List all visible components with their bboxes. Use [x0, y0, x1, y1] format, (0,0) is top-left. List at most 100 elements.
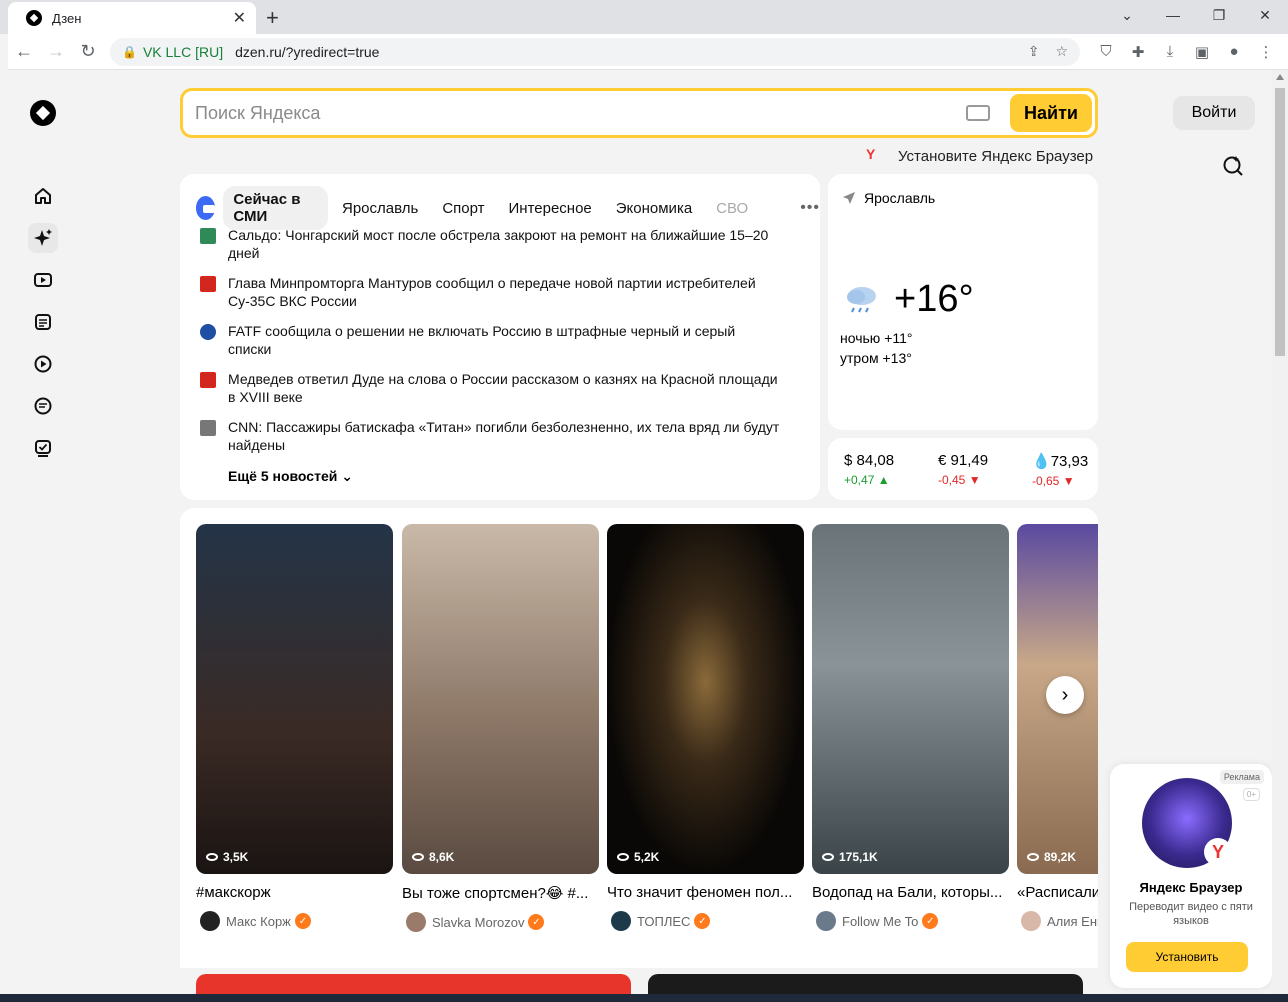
more-news-button[interactable]: Ещё 5 новостей ⌄ — [228, 468, 353, 485]
address-bar[interactable]: 🔒 VK LLC [RU] dzen.ru/?yredirect=true ⇪ … — [110, 37, 1080, 66]
tab-search-icon[interactable]: ⌄ — [1104, 0, 1150, 30]
shorts-icon[interactable] — [28, 349, 58, 379]
new-tab-button[interactable]: + — [266, 5, 279, 31]
feed-thumbnail[interactable]: 3,5K — [196, 524, 393, 874]
feed-thumbnail[interactable]: 8,6K — [402, 524, 599, 874]
scrollbar-thumb[interactable] — [1275, 88, 1285, 356]
avatar — [1021, 911, 1041, 931]
tab-yaroslavl[interactable]: Ярославль — [332, 195, 428, 222]
weather-widget[interactable]: Ярославль +16° ночью +11° утром +13° — [828, 174, 1098, 430]
ad-title[interactable]: Яндекс Браузер — [1110, 880, 1272, 895]
sparkle-icon[interactable] — [28, 223, 58, 253]
refresh-feed-icon[interactable] — [1222, 154, 1244, 181]
feed-title[interactable]: Что значит феномен пол... — [607, 884, 804, 901]
articles-icon[interactable] — [28, 307, 58, 337]
video-icon[interactable] — [28, 265, 58, 295]
dzen-favicon-icon — [26, 10, 42, 26]
feed-title[interactable]: Вы тоже спортсмен?😂 #... — [402, 884, 599, 902]
restore-button[interactable]: ❐ — [1196, 0, 1242, 30]
weather-location[interactable]: Ярославль — [842, 190, 935, 206]
browser-tab[interactable]: Дзен ✕ — [8, 2, 256, 34]
download-icon[interactable]: ⤓ — [1154, 43, 1186, 61]
feed-title[interactable]: Водопад на Бали, которы... — [812, 884, 1009, 901]
subscriptions-icon[interactable] — [28, 391, 58, 421]
os-taskbar — [0, 994, 1288, 1002]
feed-author[interactable]: Follow Me To ✓ — [812, 911, 1009, 931]
certificate-label[interactable]: VK LLC [RU] — [143, 44, 223, 60]
page-scrollbar[interactable] — [1272, 70, 1288, 1002]
tab-economy[interactable]: Экономика — [606, 195, 702, 222]
news-headline[interactable]: CNN: Пассажиры батискафа «Титан» погибли… — [228, 418, 780, 454]
tasks-icon[interactable] — [28, 433, 58, 463]
home-icon[interactable] — [28, 181, 58, 211]
eye-icon — [206, 853, 218, 861]
feed-thumbnail[interactable]: 5,2K — [607, 524, 804, 874]
news-item[interactable]: Глава Минпромторга Мантуров сообщил о пе… — [200, 274, 780, 310]
search-input[interactable] — [183, 93, 966, 133]
feed-title[interactable]: «Расписали — [1017, 884, 1098, 901]
extensions-puzzle-icon[interactable]: ✚ — [1122, 43, 1154, 61]
reload-button[interactable]: ↻ — [72, 41, 104, 62]
feed-card[interactable]: 89,2K «Расписали Алия Ени — [1017, 524, 1098, 931]
news-tabs: Сейчас в СМИ Ярославль Спорт Интересное … — [196, 186, 820, 230]
feed-author[interactable]: Макс Корж ✓ — [196, 911, 393, 931]
tab-interesting[interactable]: Интересное — [499, 195, 602, 222]
feed-author[interactable]: ТОПЛЕС ✓ — [607, 911, 804, 931]
weather-night: ночью +11° — [840, 330, 913, 346]
bookmark-star-icon[interactable]: ☆ — [1055, 43, 1068, 60]
video-feed: 3,5K #макскорж Макс Корж ✓ 8,6K Вы тоже с… — [180, 508, 1098, 968]
news-item[interactable]: Медведев ответил Дуде на слова о России … — [200, 370, 780, 406]
feed-author[interactable]: Алия Ени — [1017, 911, 1098, 931]
close-window-button[interactable]: ✕ — [1242, 0, 1288, 30]
login-button[interactable]: Войти — [1173, 96, 1255, 130]
tab-svo[interactable]: СВО — [706, 195, 758, 222]
browser-promo-link[interactable]: Y Установите Яндекс Браузер — [866, 146, 1093, 166]
lock-icon[interactable]: 🔒 — [122, 45, 137, 59]
shield-extension-icon[interactable]: ⛉ — [1090, 43, 1122, 61]
usd-delta: +0,47 ▲ — [844, 473, 890, 487]
news-headline[interactable]: FATF сообщила о решении не включать Росс… — [228, 322, 780, 358]
search-button[interactable]: Найти — [1010, 94, 1092, 132]
install-button[interactable]: Установить — [1126, 942, 1248, 972]
profile-icon[interactable]: ● — [1218, 43, 1250, 61]
dzen-logo-icon[interactable] — [30, 100, 56, 126]
keyboard-icon[interactable] — [966, 105, 990, 121]
ad-banner[interactable]: Реклама 0+ Y Яндекс Браузер Переводит ви… — [1110, 764, 1272, 988]
extensions-area: ⛉ ✚ ⤓ ▣ ● ⋮ — [1090, 43, 1282, 61]
share-icon[interactable]: ⇪ — [1028, 43, 1040, 60]
chevron-right-icon: › — [1061, 683, 1069, 706]
feed-title[interactable]: #макскорж — [196, 884, 393, 901]
feed-card[interactable]: 175,1K Водопад на Бали, которы... Follow… — [812, 524, 1009, 931]
usd-rate[interactable]: $ 84,08 +0,47 ▲ — [844, 452, 894, 487]
url-text[interactable]: dzen.ru/?yredirect=true — [235, 44, 1012, 60]
news-headline[interactable]: Сальдо: Чонгарский мост после обстрела з… — [228, 226, 780, 262]
feed-author[interactable]: Slavka Morozov ✓ — [402, 912, 599, 932]
feed-card[interactable]: 8,6K Вы тоже спортсмен?😂 #... Slavka Mor… — [402, 524, 599, 932]
scroll-up-icon[interactable] — [1276, 74, 1284, 80]
currency-widget[interactable]: $ 84,08 +0,47 ▲ € 91,49 -0,45 ▼ 💧73,93 -… — [828, 438, 1098, 500]
menu-kebab-icon[interactable]: ⋮ — [1250, 43, 1282, 61]
close-tab-icon[interactable]: ✕ — [233, 8, 246, 28]
feed-card[interactable]: 3,5K #макскорж Макс Корж ✓ — [196, 524, 393, 931]
sidepanel-icon[interactable]: ▣ — [1186, 43, 1218, 61]
tab-smi[interactable]: Сейчас в СМИ — [223, 186, 328, 230]
oil-rate[interactable]: 💧73,93 -0,65 ▼ — [1032, 452, 1088, 488]
more-tabs-icon[interactable]: ••• — [800, 199, 820, 217]
back-button[interactable]: ← — [8, 41, 40, 62]
news-source-logo-icon — [200, 420, 216, 436]
feed-card[interactable]: 5,2K Что значит феномен пол... ТОПЛЕС ✓ — [607, 524, 804, 931]
eur-rate[interactable]: € 91,49 -0,45 ▼ — [938, 452, 988, 487]
feed-thumbnail[interactable]: 175,1K — [812, 524, 1009, 874]
eye-icon — [822, 853, 834, 861]
minimize-button[interactable]: — — [1150, 0, 1196, 30]
news-headline[interactable]: Глава Минпромторга Мантуров сообщил о пе… — [228, 274, 780, 310]
tab-sport[interactable]: Спорт — [432, 195, 494, 222]
location-arrow-icon — [843, 192, 855, 204]
news-item[interactable]: Сальдо: Чонгарский мост после обстрела з… — [200, 226, 780, 262]
search-box: Найти — [180, 88, 1098, 138]
news-headline[interactable]: Медведев ответил Дуде на слова о России … — [228, 370, 780, 406]
news-item[interactable]: CNN: Пассажиры батискафа «Титан» погибли… — [200, 418, 780, 454]
carousel-next-button[interactable]: › — [1046, 676, 1084, 714]
forward-button[interactable]: → — [40, 41, 72, 62]
news-item[interactable]: FATF сообщила о решении не включать Росс… — [200, 322, 780, 358]
